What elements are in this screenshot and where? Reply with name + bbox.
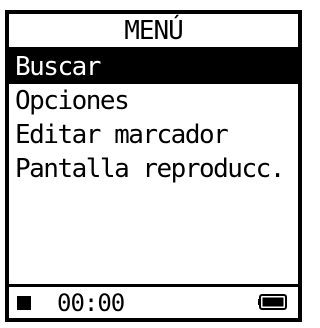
menu-item-pantalla-reproduccion[interactable]: Pantalla reproducc. — [9, 152, 298, 186]
status-bar: 00:00 — [9, 284, 298, 318]
device-screen: MENÚ Buscar Opciones Editar marcador Pan… — [5, 10, 302, 322]
page-title: MENÚ — [9, 14, 298, 50]
menu-item-buscar[interactable]: Buscar — [9, 50, 298, 84]
battery-icon — [258, 294, 287, 310]
menu-item-opciones[interactable]: Opciones — [9, 84, 298, 118]
menu-list: Buscar Opciones Editar marcador Pantalla… — [9, 50, 298, 186]
stop-icon — [17, 295, 31, 310]
menu-item-editar-marcador[interactable]: Editar marcador — [9, 118, 298, 152]
elapsed-time: 00:00 — [57, 288, 125, 317]
battery-fill — [262, 297, 284, 307]
